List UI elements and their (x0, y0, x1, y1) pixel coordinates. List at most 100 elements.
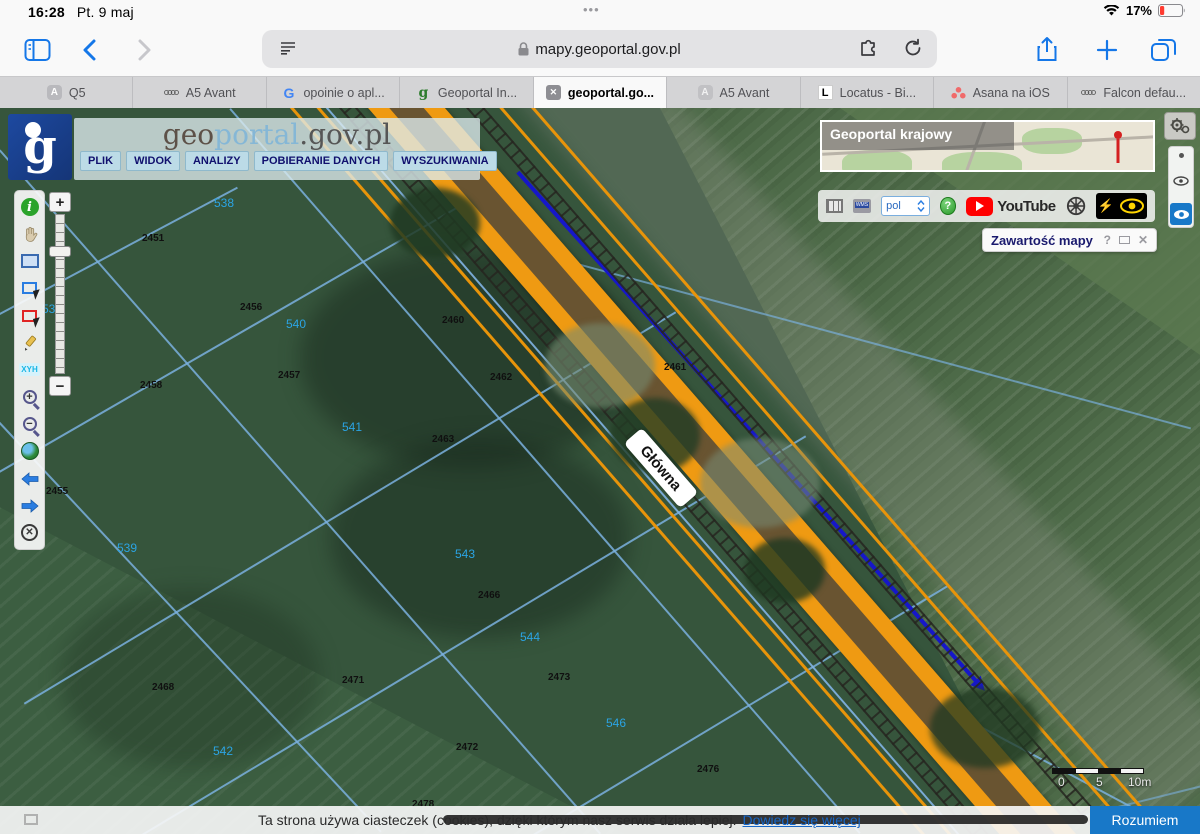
tab-locatus[interactable]: LLocatus - Bi... (801, 77, 934, 108)
tab-q5[interactable]: AQ5 (0, 77, 133, 108)
wifi-icon (1103, 5, 1120, 17)
zoom-in-tool[interactable]: + (19, 386, 41, 408)
parcel-label: 2466 (478, 590, 500, 601)
forward-icon[interactable] (138, 39, 152, 61)
zoom-out-tool[interactable]: − (19, 413, 41, 435)
xyh-coordinates-tool[interactable]: XYH (19, 359, 41, 381)
cookie-learn-more-link[interactable]: Dowiedz się więcej (743, 812, 861, 828)
menu-pobieranie-danych[interactable]: POBIERANIE DANYCH (254, 151, 389, 171)
settings-gears-button[interactable] (1164, 112, 1196, 140)
google-g-icon: G (281, 85, 296, 100)
eye-outline-icon[interactable] (1173, 176, 1189, 186)
fullscreen-icon[interactable] (24, 814, 38, 825)
next-view-tool[interactable] (19, 495, 41, 517)
scale-tick: 0 (1058, 775, 1065, 789)
reload-icon[interactable] (903, 38, 923, 58)
multitask-dots-icon: ••• (583, 2, 600, 17)
dot-icon[interactable] (1179, 153, 1184, 158)
view-options-panel (1168, 146, 1194, 228)
youtube-play-icon (966, 197, 993, 216)
wheel-icon[interactable] (1066, 195, 1086, 217)
parcel-label: 541 (342, 420, 362, 434)
gears-icon (1168, 117, 1192, 135)
audi-rings-icon (1081, 85, 1096, 100)
tab-google-search[interactable]: Gopoinie o apl... (267, 77, 400, 108)
info-tool[interactable]: i (19, 196, 41, 218)
cancel-tool[interactable]: ✕ (19, 522, 41, 544)
parcel-label: 2471 (342, 675, 364, 686)
parcel-label: 2461 (664, 362, 686, 373)
zoom-plus-button[interactable]: + (49, 192, 71, 212)
scale-tick: 10m (1128, 775, 1151, 789)
cookie-text: Ta strona używa ciasteczek (cookies), dz… (258, 812, 737, 828)
share-icon[interactable] (1035, 36, 1059, 64)
cookie-accept-button[interactable]: Rozumiem (1090, 806, 1200, 834)
zoom-track[interactable] (55, 214, 65, 374)
tab-bar: AQ5 A5 Avant Gopoinie o apl... gGeoporta… (0, 76, 1200, 108)
panel-close-icon[interactable]: ✕ (1138, 233, 1148, 247)
parcel-label: 539 (117, 541, 137, 555)
tab-geoportal-in[interactable]: gGeoportal In... (400, 77, 533, 108)
attribute-table-tool[interactable] (19, 250, 41, 272)
tab-asana[interactable]: Asana na iOS (934, 77, 1067, 108)
back-icon[interactable] (82, 39, 96, 61)
chevron-updown-icon (917, 200, 925, 212)
reader-icon[interactable] (278, 39, 298, 57)
help-icon[interactable]: ? (940, 197, 957, 215)
parcel-label: 544 (520, 630, 540, 644)
parcel-label: 2455 (46, 486, 68, 497)
scale-bar: 0 5 10m (1052, 768, 1144, 788)
eye-icon (1119, 198, 1145, 214)
youtube-link[interactable]: YouTube (966, 197, 1055, 216)
panel-minimize-icon[interactable] (1119, 236, 1130, 244)
parcel-label: 538 (214, 196, 234, 210)
layers-panel-header[interactable]: Zawartość mapy ? ✕ (982, 228, 1157, 252)
zoom-minus-button[interactable]: − (49, 376, 71, 396)
menu-plik[interactable]: PLIK (80, 151, 121, 171)
browser-toolbar: mapy.geoportal.gov.pl (0, 24, 1200, 76)
full-extent-tool[interactable] (19, 440, 41, 462)
tree (745, 538, 825, 603)
wms-print-icon[interactable] (853, 199, 871, 213)
field-patch (330, 438, 630, 638)
tab-a5-avant[interactable]: A5 Avant (133, 77, 266, 108)
eye-icon (1173, 209, 1190, 220)
previous-view-tool[interactable] (19, 468, 41, 490)
new-tab-icon[interactable] (1095, 38, 1119, 62)
map-canvas[interactable]: Główna 538537540541539543544542546245124… (0, 108, 1200, 834)
language-select[interactable]: pol (881, 196, 929, 216)
menu-wyszukiwania[interactable]: WYSZUKIWANIA (393, 151, 496, 171)
geoportal-header: g geoportal.gov.pl PLIK WIDOK ANALIZY PO… (8, 114, 480, 180)
sidebar-icon[interactable] (24, 38, 51, 62)
geoportal-logo[interactable]: g (8, 114, 72, 180)
menu-analizy[interactable]: ANALIZY (185, 151, 249, 171)
close-icon[interactable]: ✕ (546, 85, 561, 100)
bolt-icon: ⚡ (1098, 198, 1114, 214)
pan-hand-tool[interactable] (19, 223, 41, 245)
draw-pencil-tool[interactable] (19, 332, 41, 354)
parcel-label: 2468 (152, 682, 174, 693)
keyboard-icon[interactable] (826, 199, 843, 213)
extension-icon[interactable] (857, 38, 879, 58)
top-right-toolbar: pol ? YouTube ⚡ (818, 190, 1155, 222)
zoom-handle[interactable] (49, 246, 71, 257)
panel-help-icon[interactable]: ? (1104, 233, 1111, 247)
zoom-slider: + − (49, 192, 71, 396)
url-text: mapy.geoportal.gov.pl (535, 41, 680, 58)
parcel-label: 540 (286, 317, 306, 331)
tree (930, 688, 1040, 768)
tab-a5-avant-2[interactable]: AA5 Avant (667, 77, 800, 108)
menu-widok[interactable]: WIDOK (126, 151, 180, 171)
tabs-icon[interactable] (1150, 37, 1178, 63)
tab-falcon[interactable]: Falcon defau... (1068, 77, 1200, 108)
overview-minimap[interactable]: Geoportal krajowy (820, 120, 1155, 172)
audi-a-icon: A (47, 85, 62, 100)
deselect-rectangle-tool[interactable] (19, 305, 41, 327)
visibility-button[interactable] (1170, 203, 1192, 225)
tab-geoportal-active[interactable]: ✕geoportal.go... (534, 77, 667, 108)
address-bar[interactable]: mapy.geoportal.gov.pl (262, 30, 937, 68)
contrast-toggle[interactable]: ⚡ (1096, 193, 1147, 219)
select-rectangle-tool[interactable] (19, 277, 41, 299)
audi-rings-icon (164, 85, 179, 100)
globe-dot-icon (25, 122, 41, 138)
